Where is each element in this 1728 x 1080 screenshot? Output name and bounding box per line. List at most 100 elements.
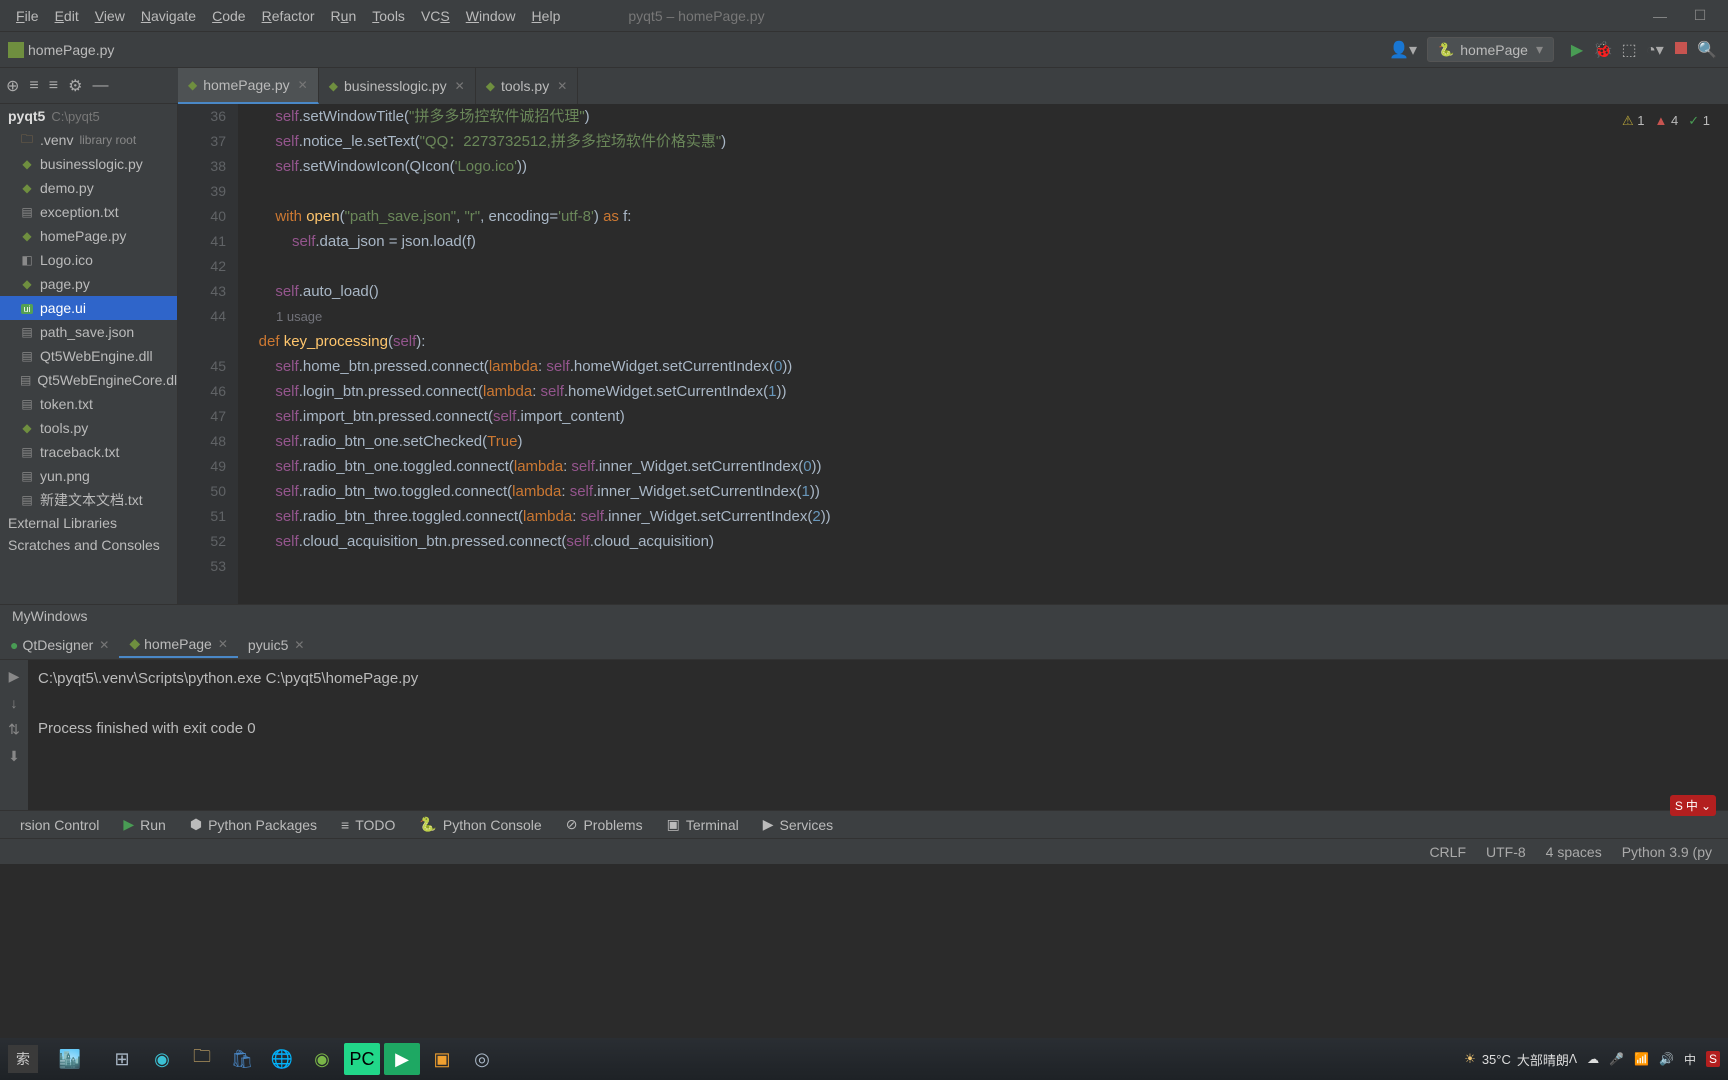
tool-python-console[interactable]: 🐍Python Console: [407, 816, 553, 833]
taskbar-search[interactable]: 索: [8, 1045, 38, 1073]
menu-code[interactable]: Code: [204, 4, 253, 28]
console-output[interactable]: C:\pyqt5\.venv\Scripts\python.exe C:\pyq…: [28, 660, 1728, 810]
error-count[interactable]: 4: [1655, 108, 1679, 133]
tree-item[interactable]: ◆demo.py: [0, 176, 177, 200]
run-config-selector[interactable]: 🐍 homePage ▾: [1427, 37, 1554, 62]
tool-python-packages[interactable]: ⬢Python Packages: [178, 816, 329, 833]
external-libraries[interactable]: External Libraries: [0, 512, 177, 534]
menu-run[interactable]: Run: [323, 4, 365, 28]
tray-ime-icon[interactable]: 中: [1684, 1051, 1696, 1068]
tray-onedrive-icon[interactable]: ☁: [1587, 1052, 1599, 1066]
system-tray[interactable]: ᐱ ☁ 🎤 📶 🔊 中 S: [1569, 1051, 1720, 1068]
collapse-all-icon[interactable]: ≡: [49, 77, 58, 95]
close-icon[interactable]: ✕: [218, 637, 228, 651]
tree-item-venv[interactable]: 🗀.venvlibrary root: [0, 128, 177, 152]
tool-terminal[interactable]: ▣Terminal: [655, 816, 751, 833]
tree-item[interactable]: ▤新建文本文档.txt: [0, 488, 177, 512]
search-button[interactable]: 🔍: [1694, 40, 1720, 60]
tree-item[interactable]: ◆page.py: [0, 272, 177, 296]
tree-item[interactable]: ▤yun.png: [0, 464, 177, 488]
menu-tools[interactable]: Tools: [364, 4, 413, 28]
menu-refactor[interactable]: Refactor: [254, 4, 323, 28]
tool-services[interactable]: ▶Services: [751, 816, 845, 833]
breadcrumb-file[interactable]: homePage.py: [28, 42, 114, 58]
tab-homepage[interactable]: ◆ homePage.py ✕: [178, 68, 319, 104]
close-icon[interactable]: ✕: [298, 78, 308, 92]
close-icon[interactable]: ✕: [294, 638, 304, 652]
code-body[interactable]: self.setWindowTitle("拼多多场控软件诚招代理") self.…: [242, 104, 1728, 304]
taskbar-app[interactable]: ▶: [384, 1043, 420, 1075]
ok-count[interactable]: 1: [1688, 108, 1710, 133]
tab-businesslogic[interactable]: ◆ businesslogic.py ✕: [319, 68, 476, 104]
editor-breadcrumb[interactable]: MyWindows: [0, 604, 1728, 630]
tool-todo[interactable]: ≡TODO: [329, 817, 407, 833]
tray-sogou-icon[interactable]: S: [1706, 1051, 1720, 1067]
maximize-button[interactable]: ☐: [1680, 7, 1720, 24]
tree-item[interactable]: ◆tools.py: [0, 416, 177, 440]
up-icon[interactable]: ⇅: [8, 721, 20, 738]
minimize-button[interactable]: ―: [1640, 8, 1680, 24]
ime-badge[interactable]: S 中 ⌄: [1670, 795, 1716, 816]
project-root[interactable]: pyqt5 C:\pyqt5: [0, 104, 177, 128]
tree-item[interactable]: ◆homePage.py: [0, 224, 177, 248]
menu-view[interactable]: View: [87, 4, 133, 28]
code-editor[interactable]: 1 4 1 self.setWindowTitle("拼多多场控软件诚招代理")…: [238, 104, 1728, 604]
tool-run[interactable]: ▶Run: [111, 816, 177, 833]
tree-item[interactable]: ◧Logo.ico: [0, 248, 177, 272]
taskbar-edge[interactable]: ◉: [144, 1043, 180, 1075]
taskbar-taskview[interactable]: ⊞: [104, 1043, 140, 1075]
user-icon[interactable]: 👤▾: [1389, 40, 1417, 60]
tree-item[interactable]: ▤path_save.json: [0, 320, 177, 344]
menu-file[interactable]: File: [8, 4, 47, 28]
code-body-2[interactable]: def key_processing(self): self.home_btn.…: [242, 329, 1728, 554]
run-tab-pyuic5[interactable]: pyuic5✕: [238, 633, 315, 657]
project-tree[interactable]: pyqt5 C:\pyqt5 🗀.venvlibrary root ◆busin…: [0, 104, 178, 604]
taskbar-pycharm[interactable]: PC: [344, 1043, 380, 1075]
scratches[interactable]: Scratches and Consoles: [0, 534, 177, 556]
status-encoding[interactable]: UTF-8: [1486, 844, 1526, 860]
tray-chevron-icon[interactable]: ᐱ: [1569, 1052, 1577, 1066]
taskbar-360[interactable]: ◉: [304, 1043, 340, 1075]
menu-edit[interactable]: Edit: [47, 4, 87, 28]
tree-item-selected[interactable]: uipage.ui: [0, 296, 177, 320]
tool-problems[interactable]: ⊘Problems: [554, 816, 655, 833]
tray-mic-icon[interactable]: 🎤: [1609, 1052, 1624, 1066]
tree-item[interactable]: ▤traceback.txt: [0, 440, 177, 464]
stop-button[interactable]: [1668, 41, 1694, 59]
status-indent[interactable]: 4 spaces: [1546, 844, 1602, 860]
taskbar-cityscape[interactable]: 🏙️: [40, 1043, 100, 1075]
coverage-button[interactable]: ⬚: [1616, 40, 1642, 60]
tree-item[interactable]: ◆businesslogic.py: [0, 152, 177, 176]
tree-item[interactable]: ▤token.txt: [0, 392, 177, 416]
taskbar-weather[interactable]: ☀ 35°C 大部晴朗: [1464, 1050, 1569, 1069]
rerun-icon[interactable]: ▶: [9, 668, 20, 685]
line-gutter[interactable]: 363738394041424344 454647484950515253: [178, 104, 238, 604]
stop-icon[interactable]: ↓: [11, 695, 18, 711]
run-tab-homepage[interactable]: ◆ homePage✕: [119, 631, 238, 658]
profile-button[interactable]: ◔▾: [1642, 40, 1668, 60]
menu-help[interactable]: Help: [524, 4, 569, 28]
run-tab-qtdesigner[interactable]: ● QtDesigner✕: [0, 633, 119, 657]
warning-count[interactable]: 1: [1622, 108, 1645, 133]
menu-vcs[interactable]: VCS: [413, 4, 458, 28]
taskbar-chrome[interactable]: 🌐: [264, 1043, 300, 1075]
menu-navigate[interactable]: Navigate: [133, 4, 204, 28]
debug-button[interactable]: 🐞: [1590, 40, 1616, 60]
taskbar-explorer[interactable]: 🗀: [184, 1043, 220, 1075]
tree-item[interactable]: ▤exception.txt: [0, 200, 177, 224]
tree-item[interactable]: ▤Qt5WebEngineCore.dll: [0, 368, 177, 392]
status-interpreter[interactable]: Python 3.9 (py: [1622, 844, 1712, 860]
settings-icon[interactable]: ⚙: [68, 76, 82, 96]
menu-window[interactable]: Window: [458, 4, 524, 28]
expand-all-icon[interactable]: ≡: [29, 77, 38, 95]
down-icon[interactable]: ⬇: [8, 748, 20, 765]
run-button[interactable]: ▶: [1564, 40, 1590, 60]
inspection-widget[interactable]: 1 4 1: [1622, 108, 1710, 133]
hide-icon[interactable]: ―: [92, 77, 108, 95]
close-icon[interactable]: ✕: [455, 79, 465, 93]
tab-tools[interactable]: ◆ tools.py ✕: [476, 68, 579, 104]
close-icon[interactable]: ✕: [557, 79, 567, 93]
taskbar-app2[interactable]: ◎: [464, 1043, 500, 1075]
close-icon[interactable]: ✕: [99, 638, 109, 652]
taskbar-store[interactable]: 🛍: [224, 1043, 260, 1075]
